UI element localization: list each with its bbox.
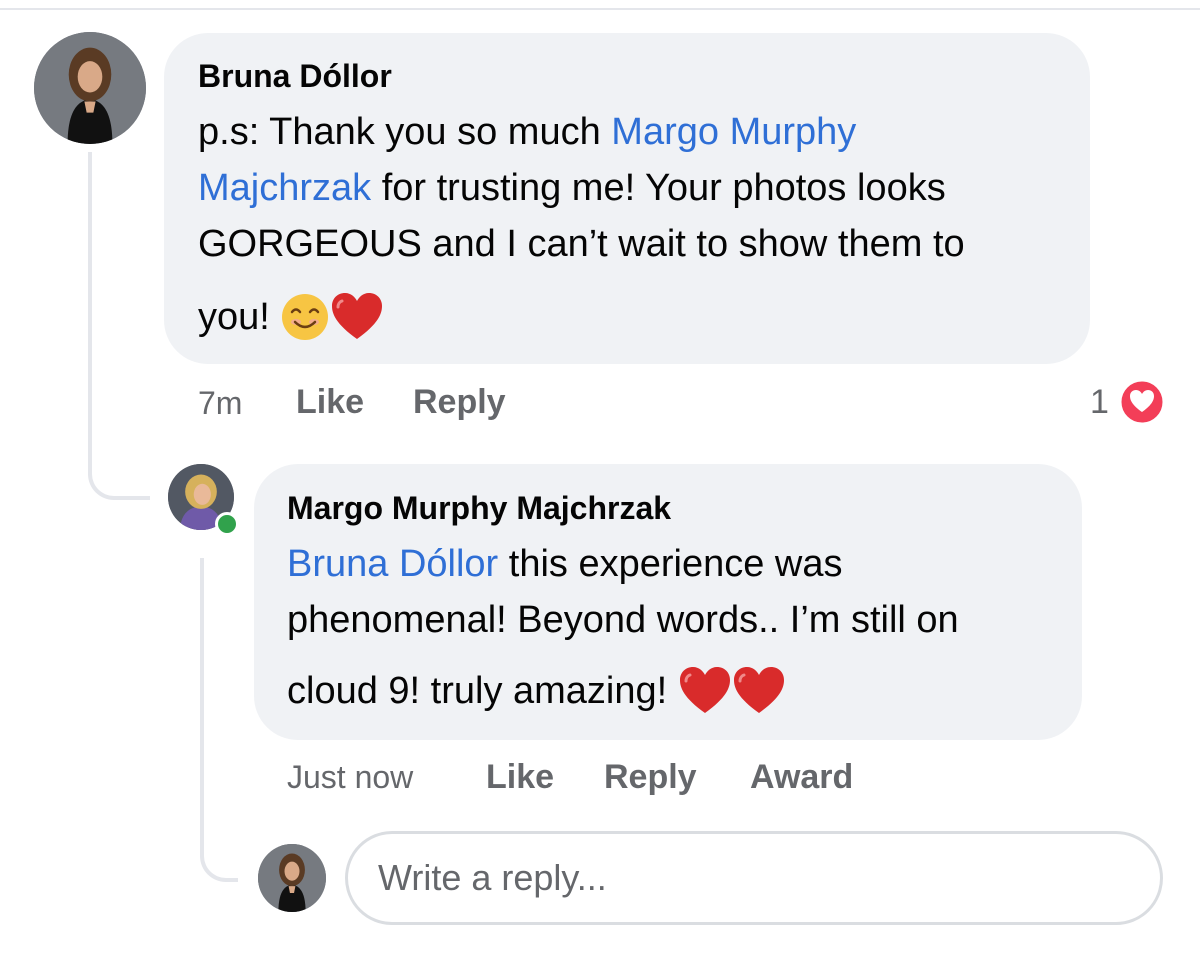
reply-text: this experience was [498,543,843,585]
mention-link[interactable]: Majchrzak [198,167,371,209]
reply-connector-line [200,558,238,882]
comment-text-line-1: p.s: Thank you so much Margo Murphy [198,113,856,151]
reaction-count[interactable]: 1 [1090,383,1109,422]
comment-text: for trusting me! Your photos looks [371,167,946,209]
online-status-indicator [215,512,239,536]
comment-text: you! [198,296,281,338]
comment-text-line-3: GORGEOUS and I can’t wait to show them t… [198,225,965,263]
red-heart-icon [330,292,384,342]
current-user-avatar [258,844,326,912]
comment-timestamp[interactable]: 7m [198,385,242,422]
love-reaction-icon[interactable] [1118,378,1166,426]
top-divider [0,8,1200,10]
comment-like-button[interactable]: Like [296,383,364,422]
smiling-face-icon [280,292,330,342]
reply-text: phenomenal! Beyond words.. I’m still on [287,599,959,641]
red-heart-icon [678,666,732,716]
reply-award-button[interactable]: Award [750,758,853,797]
mention-link[interactable]: Margo Murphy [611,111,856,153]
red-heart-icon [732,666,786,716]
comment-author-avatar[interactable] [34,32,146,144]
comment-text-line-2: Majchrzak for trusting me! Your photos l… [198,169,946,207]
reply-text-line-1: Bruna Dóllor this experience was [287,545,843,583]
comment-text: p.s: Thank you so much [198,111,612,153]
comment-text: GORGEOUS and I can’t wait to show them t… [198,223,965,265]
comment-reply-button[interactable]: Reply [413,383,506,422]
reply-text-line-3: cloud 9! truly amazing! [287,666,786,716]
reply-text-line-2: phenomenal! Beyond words.. I’m still on [287,601,959,639]
reply-author-name[interactable]: Margo Murphy Majchrzak [287,490,671,527]
comment-text-line-4: you! [198,292,384,342]
mention-link[interactable]: Bruna Dóllor [287,543,498,585]
comment-author-name[interactable]: Bruna Dóllor [198,58,392,95]
reply-like-button[interactable]: Like [486,758,554,797]
reply-timestamp[interactable]: Just now [287,759,413,796]
reply-input[interactable] [345,831,1163,925]
thread-connector-line [88,152,150,500]
reply-reply-button[interactable]: Reply [604,758,697,797]
reply-text: cloud 9! truly amazing! [287,670,678,712]
